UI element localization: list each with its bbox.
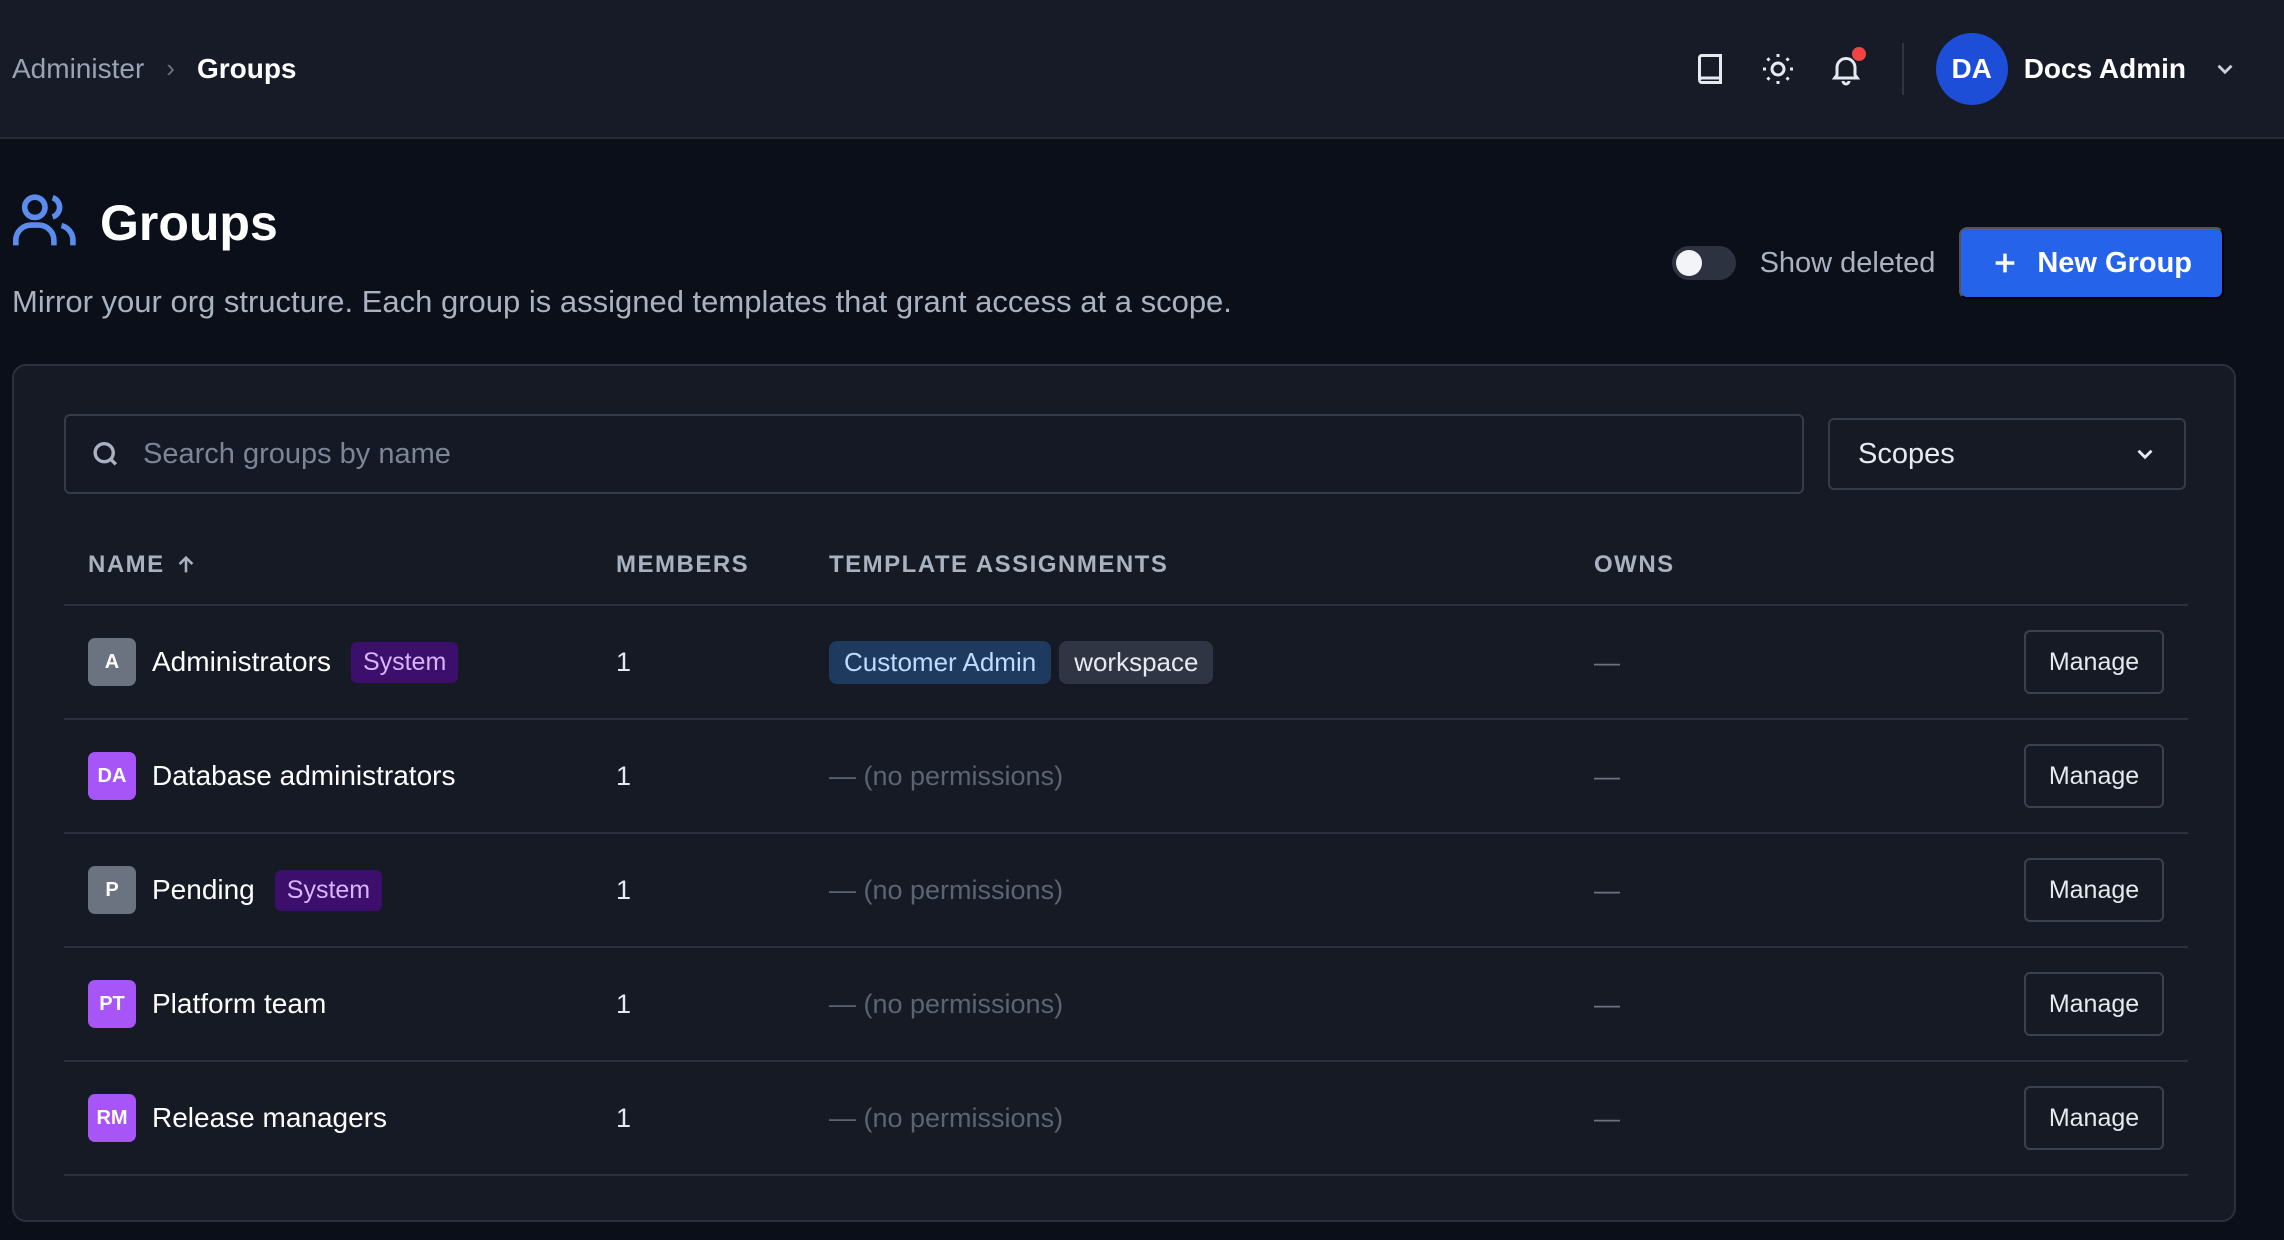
owns-value: — — [1594, 760, 1620, 791]
user-menu[interactable]: DA Docs Admin — [1935, 32, 2272, 105]
column-header-members: MEMBERS — [616, 551, 750, 578]
header-divider — [1901, 42, 1904, 95]
groups-card: Scopes NAME MEMBERS TEMPLATE ASSIGNMENTS… — [12, 364, 2236, 1222]
column-header-owns: OWNS — [1594, 551, 1675, 578]
column-header-templates: TEMPLATE ASSIGNMENTS — [829, 551, 1169, 578]
new-group-button[interactable]: New Group — [1959, 227, 2224, 299]
table-row: RM Release managers 1 — (no permissions)… — [64, 1062, 2188, 1176]
scope-chip: workspace — [1059, 640, 1214, 684]
owns-value: — — [1594, 1102, 1620, 1133]
column-header-name-label: NAME — [88, 551, 165, 578]
breadcrumb-administer-link[interactable]: Administer — [12, 53, 144, 85]
plus-icon — [1995, 253, 2015, 273]
new-group-label: New Group — [2037, 246, 2192, 279]
system-badge: System — [350, 641, 459, 683]
group-avatar: P — [88, 866, 136, 914]
page-header: Groups Mirror your org structure. Each g… — [0, 139, 2284, 320]
owns-value: — — [1594, 646, 1620, 677]
user-name: Docs Admin — [2023, 52, 2186, 84]
show-deleted-label: Show deleted — [1759, 246, 1936, 279]
group-avatar: A — [88, 638, 136, 686]
system-badge: System — [274, 869, 383, 911]
chevron-down-icon — [2217, 64, 2233, 74]
manage-button[interactable]: Manage — [2024, 858, 2164, 922]
groups-table: NAME MEMBERS TEMPLATE ASSIGNMENTS OWNS A… — [64, 526, 2188, 1176]
manage-button[interactable]: Manage — [2024, 972, 2164, 1036]
chevron-down-icon — [2137, 449, 2153, 460]
template-chip: Customer Admin — [829, 640, 1052, 684]
table-toolbar: Scopes — [64, 414, 2186, 494]
sort-arrow-up-icon — [178, 555, 193, 573]
breadcrumb-separator: › — [166, 53, 175, 83]
top-bar: Administer › Groups DA Docs Admin — [0, 0, 2284, 139]
group-avatar: RM — [88, 1094, 136, 1142]
members-count: 1 — [616, 874, 632, 905]
notification-dot — [1851, 46, 1866, 61]
page-title: Groups — [100, 194, 278, 251]
group-name: Platform team — [152, 988, 327, 1019]
manage-button[interactable]: Manage — [2024, 1086, 2164, 1150]
group-avatar: DA — [88, 752, 136, 800]
breadcrumb-current: Groups — [196, 52, 297, 84]
no-permissions-text: — (no permissions) — [829, 1102, 1064, 1133]
manage-button[interactable]: Manage — [2024, 630, 2164, 694]
members-count: 1 — [616, 760, 632, 791]
members-count: 1 — [616, 646, 632, 677]
scopes-select-label: Scopes — [1858, 437, 1955, 470]
owns-value: — — [1594, 988, 1620, 1019]
search-box[interactable] — [64, 414, 1804, 494]
group-avatar: PT — [88, 980, 136, 1028]
toggle-knob — [1675, 250, 1702, 276]
search-input[interactable] — [143, 437, 1778, 471]
owns-value: — — [1594, 874, 1620, 905]
table-row: PT Platform team 1 — (no permissions) — … — [64, 948, 2188, 1062]
table-header: NAME MEMBERS TEMPLATE ASSIGNMENTS OWNS — [64, 526, 2188, 606]
manage-button[interactable]: Manage — [2024, 744, 2164, 808]
docs-book-icon[interactable] — [1676, 35, 1744, 103]
breadcrumb: Administer › Groups — [12, 53, 297, 85]
members-count: 1 — [616, 988, 632, 1019]
no-permissions-text: — (no permissions) — [829, 988, 1064, 1019]
members-count: 1 — [616, 1102, 632, 1133]
no-permissions-text: — (no permissions) — [829, 760, 1064, 791]
search-icon — [93, 441, 118, 466]
group-name: Release managers — [152, 1102, 388, 1133]
theme-sun-icon[interactable] — [1744, 35, 1812, 103]
scopes-select[interactable]: Scopes — [1828, 418, 2186, 490]
table-row: DA Database administrators 1 — (no permi… — [64, 720, 2188, 834]
table-row: A Administrators System 1 Customer Admin… — [64, 606, 2188, 720]
show-deleted-toggle[interactable] — [1671, 246, 1736, 280]
notifications-bell-icon[interactable] — [1812, 35, 1880, 103]
no-permissions-text: — (no permissions) — [829, 874, 1064, 905]
group-name: Pending — [152, 874, 255, 905]
group-name: Database administrators — [152, 760, 456, 791]
column-header-name[interactable]: NAME — [64, 551, 616, 579]
users-group-icon — [12, 189, 78, 256]
table-row: P Pending System 1 — (no permissions) — … — [64, 834, 2188, 948]
group-name: Administrators — [152, 646, 331, 677]
top-actions: DA Docs Admin — [1676, 32, 2272, 105]
user-avatar: DA — [1935, 32, 2008, 105]
page-subtitle: Mirror your org structure. Each group is… — [12, 284, 1232, 319]
